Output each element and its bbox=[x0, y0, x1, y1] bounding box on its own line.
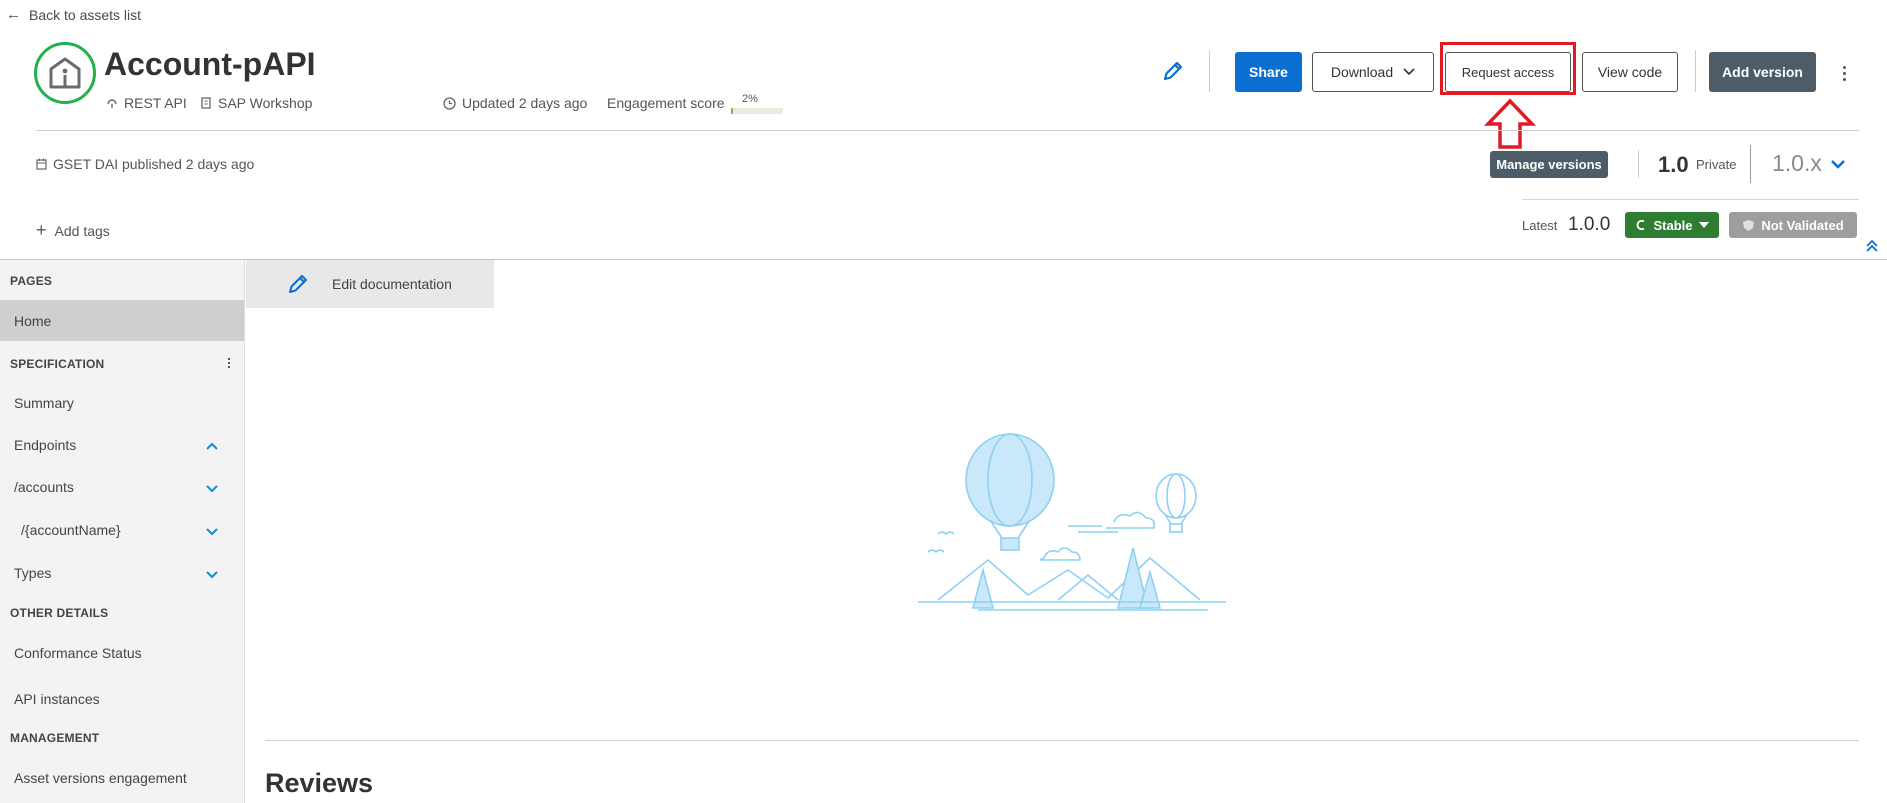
sidebar-item-home-label[interactable]: Home bbox=[14, 313, 51, 329]
sidebar-section-management: MANAGEMENT bbox=[10, 731, 100, 745]
toolbar-divider bbox=[1695, 50, 1696, 92]
version-privacy: Private bbox=[1696, 157, 1737, 172]
sidebar-item-account-name[interactable]: /{accountName} bbox=[21, 522, 121, 538]
stable-icon bbox=[1637, 219, 1645, 231]
latest-version-value: 1.0.0 bbox=[1568, 214, 1611, 235]
published-info: GSET DAI published 2 days ago bbox=[36, 156, 254, 172]
sidebar-item-endpoints[interactable]: Endpoints bbox=[14, 437, 76, 453]
chevron-down-icon[interactable] bbox=[204, 566, 220, 582]
arrow-up-annotation-icon bbox=[1484, 98, 1536, 149]
sidebar-item-summary[interactable]: Summary bbox=[14, 395, 74, 411]
manage-versions-button[interactable]: Manage versions bbox=[1490, 151, 1608, 178]
building-icon bbox=[201, 97, 211, 109]
published-label: GSET DAI published 2 days ago bbox=[53, 156, 255, 172]
version-select-value: 1.0.x bbox=[1772, 150, 1822, 176]
page-title: Account-pAPI bbox=[104, 46, 316, 82]
sidebar-item-accounts[interactable]: /accounts bbox=[14, 479, 74, 495]
add-tags-button[interactable]: + Add tags bbox=[36, 220, 110, 241]
sidebar-item-conformance-status[interactable]: Conformance Status bbox=[14, 645, 142, 661]
edit-asset-button[interactable] bbox=[1160, 58, 1190, 88]
edit-documentation-label: Edit documentation bbox=[332, 276, 452, 292]
stable-label: Stable bbox=[1653, 217, 1693, 233]
sidebar-item-asset-versions-engagement[interactable]: Asset versions engagement bbox=[14, 770, 187, 786]
download-button-label: Download bbox=[1330, 64, 1394, 80]
sidebar-section-pages: PAGES bbox=[10, 274, 53, 288]
asset-organization: SAP Workshop bbox=[200, 95, 312, 111]
share-button[interactable]: Share bbox=[1235, 52, 1302, 92]
double-chevron-up-icon[interactable] bbox=[1864, 238, 1880, 254]
asset-updated: Updated 2 days ago bbox=[443, 95, 587, 111]
hot-air-balloon-illustration bbox=[918, 433, 1226, 611]
chevron-down-icon[interactable] bbox=[204, 523, 220, 539]
header-divider bbox=[36, 130, 1859, 131]
caret-down-icon bbox=[1698, 222, 1709, 228]
api-icon bbox=[107, 99, 117, 108]
back-to-assets-link[interactable]: ← Back to assets list bbox=[6, 6, 141, 23]
add-version-button[interactable]: Add version bbox=[1709, 52, 1816, 92]
version-section-divider bbox=[1522, 199, 1859, 200]
reviews-divider bbox=[265, 740, 1859, 741]
request-access-highlight bbox=[1440, 42, 1576, 95]
chevron-down-icon[interactable] bbox=[204, 480, 220, 496]
add-tags-label: Add tags bbox=[54, 222, 110, 239]
asset-logo-icon bbox=[34, 42, 96, 104]
sidebar: PAGES Home SPECIFICATION Summary Endpoin… bbox=[0, 260, 245, 803]
latest-label: Latest bbox=[1522, 218, 1558, 233]
sidebar-item-types[interactable]: Types bbox=[14, 565, 51, 581]
engagement-score-label: Engagement score bbox=[607, 95, 725, 111]
shield-icon bbox=[1743, 219, 1755, 231]
sidebar-item-api-instances[interactable]: API instances bbox=[14, 691, 100, 707]
plus-icon: + bbox=[36, 220, 47, 240]
specification-options-icon[interactable] bbox=[228, 358, 230, 368]
edit-documentation-button[interactable]: Edit documentation bbox=[246, 260, 494, 308]
version-divider bbox=[1750, 145, 1751, 183]
arrow-left-icon: ← bbox=[6, 6, 21, 23]
calendar-icon bbox=[36, 158, 47, 170]
sidebar-section-specification: SPECIFICATION bbox=[10, 357, 105, 371]
chevron-down-icon bbox=[1831, 159, 1845, 169]
view-code-button[interactable]: View code bbox=[1582, 52, 1678, 92]
toolbar-divider bbox=[1209, 50, 1210, 92]
asset-updated-label: Updated 2 days ago bbox=[462, 95, 588, 111]
asset-organization-label: SAP Workshop bbox=[218, 95, 313, 111]
version-major: 1.0 bbox=[1658, 152, 1689, 177]
asset-type: REST API bbox=[106, 95, 187, 111]
clock-icon bbox=[443, 96, 456, 110]
pencil-icon bbox=[289, 275, 307, 293]
engagement-score-value: 2% bbox=[742, 93, 758, 105]
back-link-label: Back to assets list bbox=[29, 6, 142, 23]
validation-status-label: Not Validated bbox=[1761, 217, 1844, 233]
asset-type-label: REST API bbox=[124, 95, 187, 111]
more-options-icon[interactable] bbox=[1836, 58, 1852, 88]
version-divider bbox=[1638, 150, 1639, 178]
pencil-icon bbox=[1163, 61, 1183, 81]
stable-status-dropdown[interactable]: Stable bbox=[1625, 212, 1719, 238]
chevron-down-icon bbox=[1403, 68, 1415, 76]
reviews-heading: Reviews bbox=[265, 768, 374, 798]
validation-status-badge: Not Validated bbox=[1729, 212, 1857, 238]
version-select[interactable]: 1.0.x bbox=[1772, 150, 1846, 177]
chevron-up-icon[interactable] bbox=[204, 438, 220, 454]
engagement-score-bar bbox=[731, 108, 783, 114]
download-button[interactable]: Download bbox=[1312, 52, 1434, 92]
engagement-score-fill bbox=[731, 108, 733, 114]
sidebar-section-other-details: OTHER DETAILS bbox=[10, 606, 109, 620]
